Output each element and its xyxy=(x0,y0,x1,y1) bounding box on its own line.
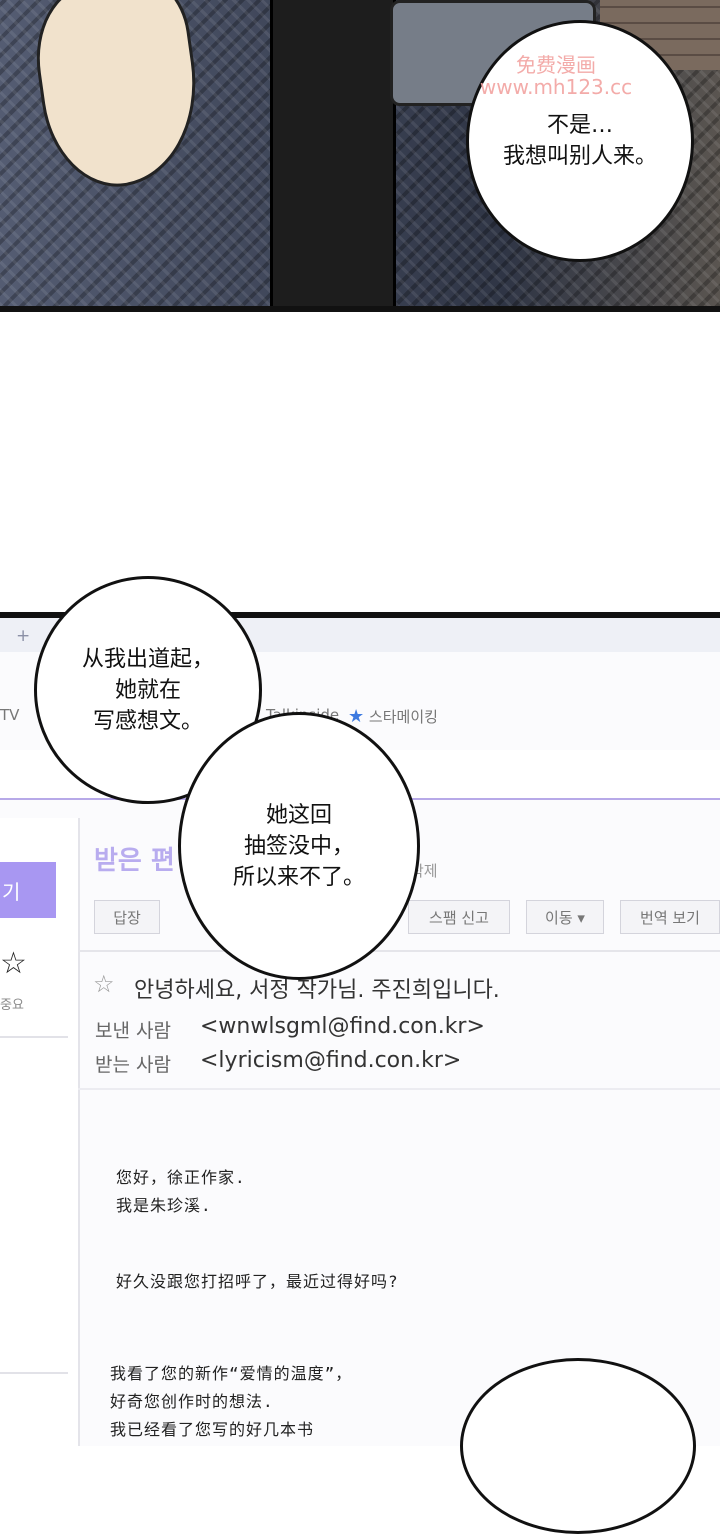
email-body-line: 好奇您创作时的想法. xyxy=(110,1392,274,1411)
bookmark-tv[interactable]: TV xyxy=(0,706,19,724)
speech-bubble-bottom-right xyxy=(460,1358,696,1534)
watermark: 免费漫画 www.mh123.cc xyxy=(466,54,646,98)
email-body-line: 您好，徐正作家. xyxy=(116,1168,246,1187)
write-mail-button[interactable]: 기 xyxy=(0,862,56,918)
mail-sidebar: 기 ☆ 중요 xyxy=(0,818,80,1446)
watermark-line-2: www.mh123.cc xyxy=(479,75,633,99)
reply-button[interactable]: 답장 xyxy=(94,900,160,934)
email-body-line: 我已经看了您写的好几本书 xyxy=(110,1420,315,1439)
folder-title: 받은 편 xyxy=(94,846,175,876)
header-divider xyxy=(78,1088,720,1090)
bookmark-starmaking-label: 스타메이킹 xyxy=(368,708,438,726)
watermark-line-1: 免费漫画 xyxy=(516,53,596,77)
move-dropdown[interactable]: 이동 ▾ xyxy=(526,900,604,934)
recipient-label: 받는 사람 xyxy=(95,1054,171,1076)
sender-label: 보낸 사람 xyxy=(95,1020,171,1042)
email-body-line: 我看了您的新作“爱情的温度”， xyxy=(110,1364,353,1383)
important-label: 중요 xyxy=(0,998,24,1013)
speech-bubble-center: 她这回 抽签没中， 所以来不了。 xyxy=(178,712,420,980)
recipient-address[interactable]: <lyricism@find.con.kr> xyxy=(200,1048,461,1073)
sidebar-divider-bottom xyxy=(0,1372,68,1374)
report-spam-button[interactable]: 스팸 신고 xyxy=(408,900,510,934)
toolbar-divider xyxy=(78,950,720,952)
star-icon-subject[interactable]: ☆ xyxy=(93,970,115,998)
bookmark-starmaking[interactable]: ★ 스타메이킹 xyxy=(348,706,438,727)
sidebar-divider xyxy=(0,1036,68,1038)
new-tab-icon[interactable]: + xyxy=(16,626,30,646)
translate-button[interactable]: 번역 보기 xyxy=(620,900,720,934)
email-body-line: 我是朱珍溪. xyxy=(116,1196,212,1215)
character-hand xyxy=(26,0,210,196)
sender-address[interactable]: <wnwlsgml@find.con.kr> xyxy=(200,1014,485,1039)
character-shirt xyxy=(270,0,396,306)
important-star-icon[interactable]: ☆ xyxy=(0,946,27,981)
email-body-line: 好久没跟您打招呼了，最近过得好吗? xyxy=(116,1272,399,1291)
